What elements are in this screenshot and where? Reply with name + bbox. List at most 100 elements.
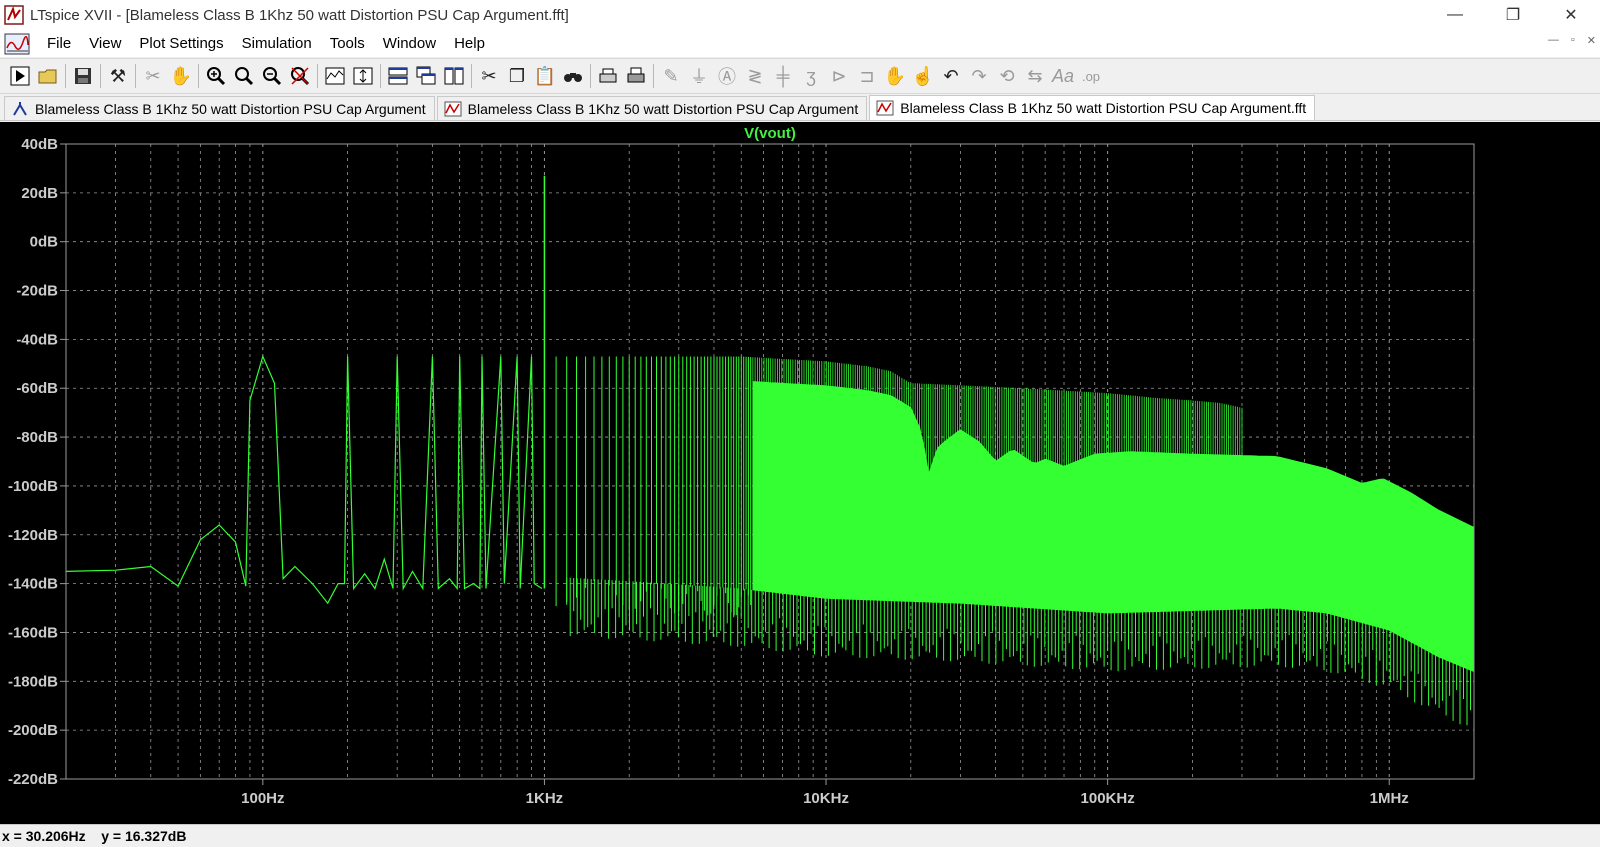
tab-waveform[interactable]: Blameless Class B 1Khz 50 watt Distortio… <box>436 96 868 120</box>
y-tick-label: -20dB <box>16 283 58 300</box>
halt-icon[interactable]: ✂ <box>139 62 167 90</box>
zoom-cancel-icon[interactable] <box>286 62 314 90</box>
rotate-icon[interactable]: ⟲ <box>993 62 1021 90</box>
title-bar: LTspice XVII - [Blameless Class B 1Khz 5… <box>0 0 1600 30</box>
zoom-full-icon[interactable] <box>230 62 258 90</box>
menu-plot-settings[interactable]: Plot Settings <box>130 30 232 57</box>
tile-vertical-icon[interactable] <box>440 62 468 90</box>
x-tick-label: 1MHz <box>1370 790 1409 807</box>
open-icon[interactable] <box>34 62 62 90</box>
menu-tools[interactable]: Tools <box>321 30 374 57</box>
spice-directive-icon[interactable]: .op <box>1077 62 1105 90</box>
close-button[interactable]: ✕ <box>1542 0 1600 30</box>
menu-help[interactable]: Help <box>445 30 494 57</box>
toolbar-separator <box>653 64 654 88</box>
text-icon[interactable]: Aa <box>1049 62 1077 90</box>
copy-icon[interactable]: ❐ <box>503 62 531 90</box>
toolbar-separator <box>317 64 318 88</box>
y-tick-label: 20dB <box>21 185 58 202</box>
toolbar-separator <box>380 64 381 88</box>
zoom-out-icon[interactable] <box>258 62 286 90</box>
print-preview-icon[interactable] <box>594 62 622 90</box>
status-bar: x = 30.206Hz y = 16.327dB <box>0 824 1600 847</box>
menu-bar: File View Plot Settings Simulation Tools… <box>0 30 1600 57</box>
menu-simulation[interactable]: Simulation <box>233 30 321 57</box>
ltspice-app-icon <box>4 5 24 25</box>
save-icon[interactable] <box>69 62 97 90</box>
schematic-icon <box>13 101 27 116</box>
capacitor-icon[interactable]: ╪ <box>769 62 797 90</box>
tab-label: Blameless Class B 1Khz 50 watt Distortio… <box>467 100 859 117</box>
diode-icon[interactable]: ⊳ <box>825 62 853 90</box>
trace-title[interactable]: V(vout) <box>744 125 796 142</box>
waveform-icon <box>876 100 894 116</box>
wire-icon[interactable]: ✎ <box>657 62 685 90</box>
mdi-minimize-button[interactable]: — <box>1548 34 1559 47</box>
minimize-button[interactable]: — <box>1426 0 1484 30</box>
y-tick-label: -40dB <box>16 331 58 348</box>
fft-chart[interactable]: 40dB 20dB 0dB -20dB -40dB -60dB -80dB -100dB -12… <box>0 122 1600 824</box>
ground-icon[interactable]: ⏚ <box>685 62 713 90</box>
trace-low-frequency <box>65 354 543 605</box>
autorange-y-icon[interactable] <box>349 62 377 90</box>
waveform-document-icon[interactable] <box>4 32 30 56</box>
waveform-plot-pane[interactable]: 40dB 20dB 0dB -20dB -40dB -60dB -80dB -100dB -12… <box>0 122 1600 824</box>
drag-icon[interactable]: ☝ <box>909 62 937 90</box>
y-tick-label: -140dB <box>8 576 58 593</box>
y-tick-label: -200dB <box>8 722 58 739</box>
cut-icon[interactable]: ✂ <box>475 62 503 90</box>
y-tick-label: -100dB <box>8 478 58 495</box>
move-icon[interactable]: ✋ <box>881 62 909 90</box>
toolbar-separator <box>100 64 101 88</box>
print-icon[interactable] <box>622 62 650 90</box>
menu-file[interactable]: File <box>38 30 80 57</box>
tab-label: Blameless Class B 1Khz 50 watt Distortio… <box>35 100 426 117</box>
resistor-icon[interactable]: ≷ <box>741 62 769 90</box>
y-tick-label: -120dB <box>8 527 58 544</box>
pan-icon[interactable]: ✋ <box>167 62 195 90</box>
document-tabs: Blameless Class B 1Khz 50 watt Distortio… <box>0 95 1600 121</box>
toolbar-separator <box>198 64 199 88</box>
zoom-in-icon[interactable] <box>202 62 230 90</box>
y-tick-label: -60dB <box>16 380 58 397</box>
mdi-restore-button[interactable]: ▫ <box>1571 34 1575 47</box>
component-icon[interactable]: ⊐ <box>853 62 881 90</box>
paste-icon[interactable]: 📋 <box>531 62 559 90</box>
control-panel-icon[interactable]: ⚒ <box>104 62 132 90</box>
toolbar: ⚒ ✂ ✋ ✂ ❐ 📋 ✎ ⏚ Ⓐ ≷ ╪ ʒ ⊳ ⊐ ✋ ☝ ↶ ↷ ⟲ ⇆ … <box>0 58 1600 94</box>
x-tick-label: 10KHz <box>803 790 849 807</box>
undo-icon[interactable]: ↶ <box>937 62 965 90</box>
menu-window[interactable]: Window <box>374 30 445 57</box>
x-tick-label: 1KHz <box>526 790 564 807</box>
menu-view[interactable]: View <box>80 30 130 57</box>
y-tick-label: -160dB <box>8 624 58 641</box>
tab-schematic[interactable]: Blameless Class B 1Khz 50 watt Distortio… <box>4 96 435 120</box>
run-icon[interactable] <box>6 62 34 90</box>
find-icon[interactable] <box>559 62 587 90</box>
inductor-icon[interactable]: ʒ <box>797 62 825 90</box>
cascade-icon[interactable] <box>412 62 440 90</box>
x-tick-label: 100KHz <box>1081 790 1135 807</box>
cursor-readout: x = 30.206Hz y = 16.327dB <box>2 828 187 844</box>
toolbar-separator <box>590 64 591 88</box>
toolbar-separator <box>135 64 136 88</box>
toolbar-separator <box>65 64 66 88</box>
maximize-button[interactable]: ❐ <box>1484 0 1542 30</box>
mdi-close-button[interactable]: ✕ <box>1587 34 1596 47</box>
redo-icon[interactable]: ↷ <box>965 62 993 90</box>
label-net-icon[interactable]: Ⓐ <box>713 62 741 90</box>
autorange-icon[interactable] <box>321 62 349 90</box>
y-tick-label: 40dB <box>21 136 58 153</box>
window-title: LTspice XVII - [Blameless Class B 1Khz 5… <box>30 6 569 24</box>
mirror-icon[interactable]: ⇆ <box>1021 62 1049 90</box>
tab-label: Blameless Class B 1Khz 50 watt Distortio… <box>900 100 1307 116</box>
trace-layer <box>65 175 1475 726</box>
y-tick-label: -80dB <box>16 429 58 446</box>
waveform-icon <box>444 101 462 116</box>
toolbar-separator <box>471 64 472 88</box>
y-tick-label: -220dB <box>8 771 58 788</box>
y-tick-label: -180dB <box>8 673 58 690</box>
tile-horizontal-icon[interactable] <box>384 62 412 90</box>
x-axis: 100Hz 1KHz 10KHz 100KHz 1MHz <box>241 779 1409 807</box>
tab-fft[interactable]: Blameless Class B 1Khz 50 watt Distortio… <box>869 95 1316 120</box>
